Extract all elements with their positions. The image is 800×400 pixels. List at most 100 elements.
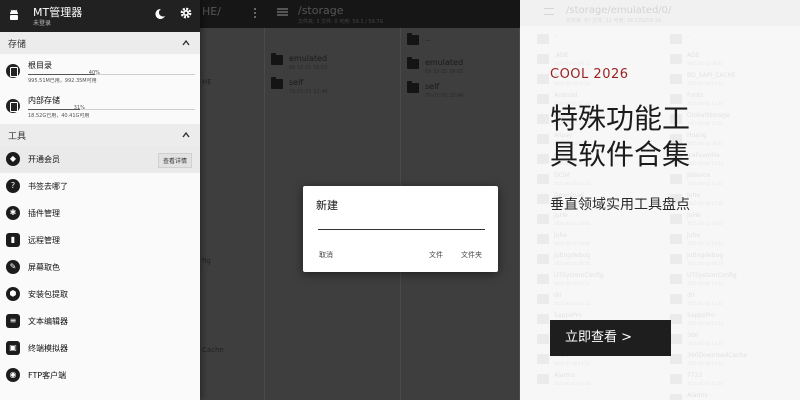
tool-item-7[interactable]: ▣ 终端模拟器 — [0, 335, 200, 362]
background-folder-row: self 70-01-01 22:46 — [407, 81, 464, 99]
view-now-button[interactable]: 立即查看 > — [550, 320, 671, 356]
background-folder-text: emulated 69 10-22 16:02 — [289, 54, 327, 71]
background-folder-row: self 70-01-01 22:46 — [271, 77, 328, 95]
folder-icon — [537, 254, 549, 264]
promo-background-folder-meta: 2021-05-01 09:10 — [554, 261, 591, 266]
background-center-path: /storage — [298, 4, 344, 17]
folder-icon — [670, 354, 682, 364]
folder-icon — [670, 274, 682, 284]
tool-label: 安装包提取 — [28, 290, 68, 299]
promo-background-folder-name: .. — [687, 32, 691, 39]
package-icon: ⬢ — [6, 287, 20, 301]
tool-label: 远程管理 — [28, 236, 60, 245]
new-name-input[interactable] — [318, 216, 485, 230]
folder-icon — [670, 74, 682, 84]
background-folder-date: 69 10-22 16:02 — [289, 65, 328, 71]
promo-background-folder-meta: 2021-04-05 15:22 — [554, 181, 591, 186]
promo-background-folder-name: Jidevice — [687, 172, 711, 179]
folder-icon — [537, 94, 549, 104]
promo-background-folder-meta: 2021-01-01 09:12 — [687, 61, 724, 66]
promo-background-folder-name: Juhe — [687, 232, 701, 239]
background-folder-text: self 70-01-01 22:46 — [289, 78, 328, 95]
folder-icon — [537, 54, 549, 64]
diamond-icon-glyph: ◆ — [9, 154, 17, 163]
moon-icon[interactable] — [154, 8, 166, 20]
promo-subtitle: 垂直领域实用工具盘点 — [550, 197, 690, 213]
tool-item-6[interactable]: ≡ 文本编辑器 — [0, 308, 200, 335]
tool-label: 书签去哪了 — [28, 182, 68, 191]
background-path-fragment: HE/ — [202, 5, 221, 18]
new-folder-button[interactable]: 文件夹 — [461, 250, 482, 260]
folder-icon — [670, 234, 682, 244]
view-details-button[interactable]: 查看详情 — [157, 153, 192, 168]
promo-eyebrow: COOL 2026 — [550, 67, 629, 82]
menu-icon — [544, 8, 554, 15]
eyedropper-icon: ✎ — [6, 260, 20, 274]
storage-usage-text: 995.51M已用，992.35M可用 — [28, 78, 97, 84]
background-fragment: HE — [202, 78, 212, 86]
storage-item[interactable]: 内部存储 31% 18.52G已用，40.41G可用 — [0, 89, 200, 124]
folder-icon — [537, 74, 549, 84]
promo-panel: /storage/emulated/0/ 文件夹: 67 文件: 12 可用: … — [520, 0, 800, 400]
promo-background-folder-name: .ADE — [554, 52, 569, 59]
wifi-icon-glyph: ◉ — [9, 370, 17, 379]
folder-icon — [537, 294, 549, 304]
gear-icon[interactable] — [179, 6, 193, 20]
cancel-button[interactable]: 取消 — [319, 250, 333, 260]
folder-icon — [670, 334, 682, 344]
promo-background-folder-meta: 2021-04-05 15:22 — [687, 181, 724, 186]
promo-background-folder-meta: 2021-04-12 18:40 — [687, 241, 724, 246]
storage-section-header[interactable]: 存储 — [0, 32, 200, 54]
promo-background-folder-meta: 2021-02-14 10:33 — [687, 81, 724, 86]
promo-background-folder-name: dir — [687, 292, 695, 299]
promo-background-folder-meta: 2021-05-03 11:12 — [687, 301, 724, 306]
promo-background-folder-name: 5appsPro — [687, 312, 715, 319]
storage-item[interactable]: 根目录 40% 995.51M已用，992.35M可用 — [0, 54, 200, 89]
folder-icon — [407, 33, 419, 45]
background-folder-row: .. — [407, 33, 431, 45]
background-fragment: fig — [202, 257, 211, 265]
tool-item-4[interactable]: ✎ 屏幕取色 — [0, 254, 200, 281]
promo-background-folder-name: 360DownloadCache — [687, 352, 747, 359]
folder-icon — [407, 57, 419, 69]
tool-item-1[interactable]: ? 书签去哪了 — [0, 173, 200, 200]
tool-label: FTP客户端 — [28, 371, 67, 380]
folder-icon — [670, 54, 682, 64]
storage-usage-fill — [28, 74, 95, 75]
tool-label: 屏幕取色 — [28, 263, 60, 272]
menu-icon[interactable] — [277, 8, 288, 16]
chevron-up-icon — [182, 131, 190, 138]
folder-icon — [271, 77, 283, 89]
promo-background-folder-meta: 2021-05-06 14:15 — [554, 361, 591, 366]
more-icon[interactable] — [254, 12, 256, 14]
promo-background-folder-name: UTSystemConfig — [554, 272, 604, 279]
tool-item-3[interactable]: ▮ 远程管理 — [0, 227, 200, 254]
promo-background-folder-name: ADE — [687, 52, 700, 59]
promo-background-folder-meta: 2021-05-01 09:10 — [687, 261, 724, 266]
login-status[interactable]: 未登录 — [33, 18, 51, 27]
document-icon-glyph: ≡ — [9, 316, 17, 325]
promo-background-folder-name: Alarms — [554, 372, 575, 379]
storage-name: 内部存储 — [28, 96, 60, 105]
tool-item-0[interactable]: ◆ 开通会员 查看详情 — [0, 146, 200, 173]
drawer-header: MT管理器 未登录 — [0, 0, 200, 32]
folder-icon — [537, 234, 549, 244]
promo-background-folder-name: Juhe — [554, 232, 568, 239]
promo-headline: 特殊功能工具软件合集 — [550, 102, 691, 171]
background-folder-name: .. — [425, 34, 431, 43]
promo-background-toolbar: /storage/emulated/0/ 文件夹: 67 文件: 12 可用: … — [520, 0, 800, 26]
puzzle-icon: ✱ — [6, 206, 20, 220]
android-icon — [10, 9, 18, 20]
promo-background-folder-meta: 2021-05-06 14:15 — [687, 361, 724, 366]
background-column-left: HE fig Cache — [200, 28, 265, 400]
tool-item-5[interactable]: ⬢ 安装包提取 — [0, 281, 200, 308]
folder-icon — [670, 34, 682, 44]
file-icon: ▮ — [6, 233, 20, 247]
folder-icon — [670, 254, 682, 264]
promo-background-folder-name: BD_SAPI_CACHE — [687, 72, 736, 79]
tools-section-header[interactable]: 工具 — [0, 124, 200, 146]
tool-item-8[interactable]: ◉ FTP客户端 — [0, 362, 200, 389]
tool-item-2[interactable]: ✱ 插件管理 — [0, 200, 200, 227]
folder-icon — [271, 53, 283, 65]
new-file-button[interactable]: 文件 — [429, 250, 443, 260]
